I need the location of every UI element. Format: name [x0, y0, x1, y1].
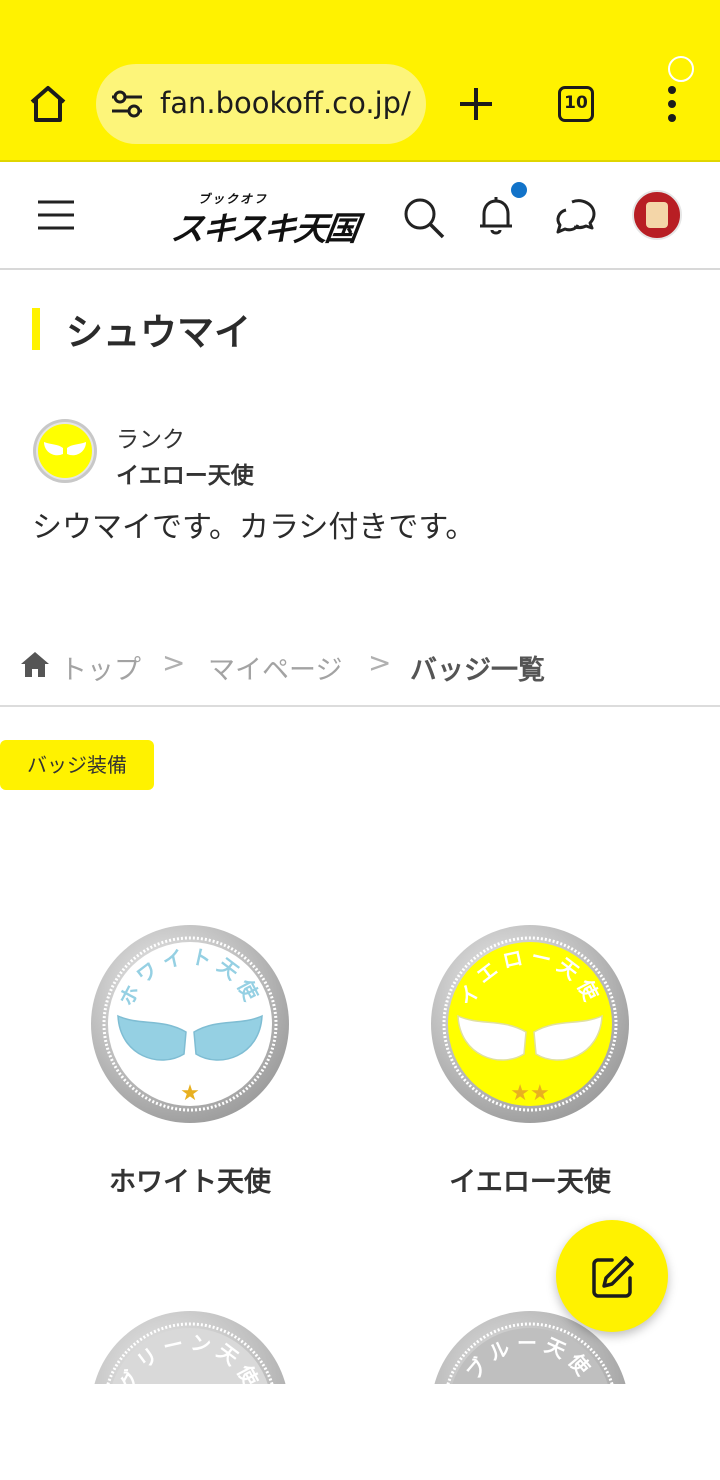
- rank-label: ランク: [116, 427, 185, 453]
- home-icon[interactable]: [24, 80, 72, 128]
- equip-badge-button[interactable]: バッジ装備: [0, 740, 154, 790]
- profile-name: シュウマイ: [66, 311, 251, 354]
- breadcrumb-current: バッジ一覧: [410, 655, 545, 686]
- svg-text:★: ★: [180, 1081, 200, 1106]
- badge-name: ホワイト天使: [109, 1167, 271, 1198]
- badge-white-angel[interactable]: ホワイト天使 ★: [90, 924, 290, 1124]
- site-header: ブックオフ スキスキ天国: [0, 164, 720, 270]
- more-vert-icon[interactable]: [662, 84, 682, 124]
- breadcrumb-separator: >: [162, 646, 186, 679]
- avatar-rank-badge: [668, 56, 694, 82]
- logo-main: スキスキ天国: [168, 209, 360, 248]
- breadcrumb-mypage-link[interactable]: マイページ: [208, 648, 342, 687]
- notification-dot: [511, 182, 527, 198]
- chat-icon[interactable]: [552, 194, 600, 238]
- tab-switcher-button[interactable]: 10: [558, 86, 594, 122]
- hamburger-icon[interactable]: [36, 198, 76, 232]
- site-settings-icon[interactable]: [110, 88, 144, 120]
- breadcrumb-separator: >: [368, 646, 392, 679]
- breadcrumb-top-link[interactable]: トップ: [60, 648, 141, 687]
- url-text[interactable]: fan.bookoff.co.jp/: [160, 86, 411, 120]
- title-accent-bar: [32, 308, 40, 350]
- divider: [0, 705, 720, 707]
- badge-name: イエロー天使: [449, 1167, 611, 1198]
- profile-bio: シウマイです。カラシ付きです。: [32, 510, 476, 545]
- edit-icon: [592, 1256, 634, 1298]
- post-button[interactable]: [556, 1220, 668, 1332]
- browser-toolbar: fan.bookoff.co.jp/ 10: [0, 0, 720, 162]
- home-icon[interactable]: [20, 650, 50, 678]
- search-icon[interactable]: [402, 196, 446, 240]
- new-tab-icon[interactable]: [456, 84, 496, 124]
- page-bottom: [0, 1384, 720, 1480]
- avatar-image: [646, 202, 668, 228]
- address-bar[interactable]: fan.bookoff.co.jp/: [96, 64, 426, 144]
- rank-value: イエロー天使: [116, 463, 254, 489]
- badge-yellow-angel[interactable]: イエロー天使 ★★: [430, 924, 630, 1124]
- svg-text:★★: ★★: [510, 1081, 549, 1106]
- rank-badge-icon: [33, 419, 97, 483]
- avatar[interactable]: [632, 190, 682, 240]
- bell-icon[interactable]: [476, 194, 516, 238]
- site-logo[interactable]: ブックオフ スキスキ天国: [169, 190, 359, 250]
